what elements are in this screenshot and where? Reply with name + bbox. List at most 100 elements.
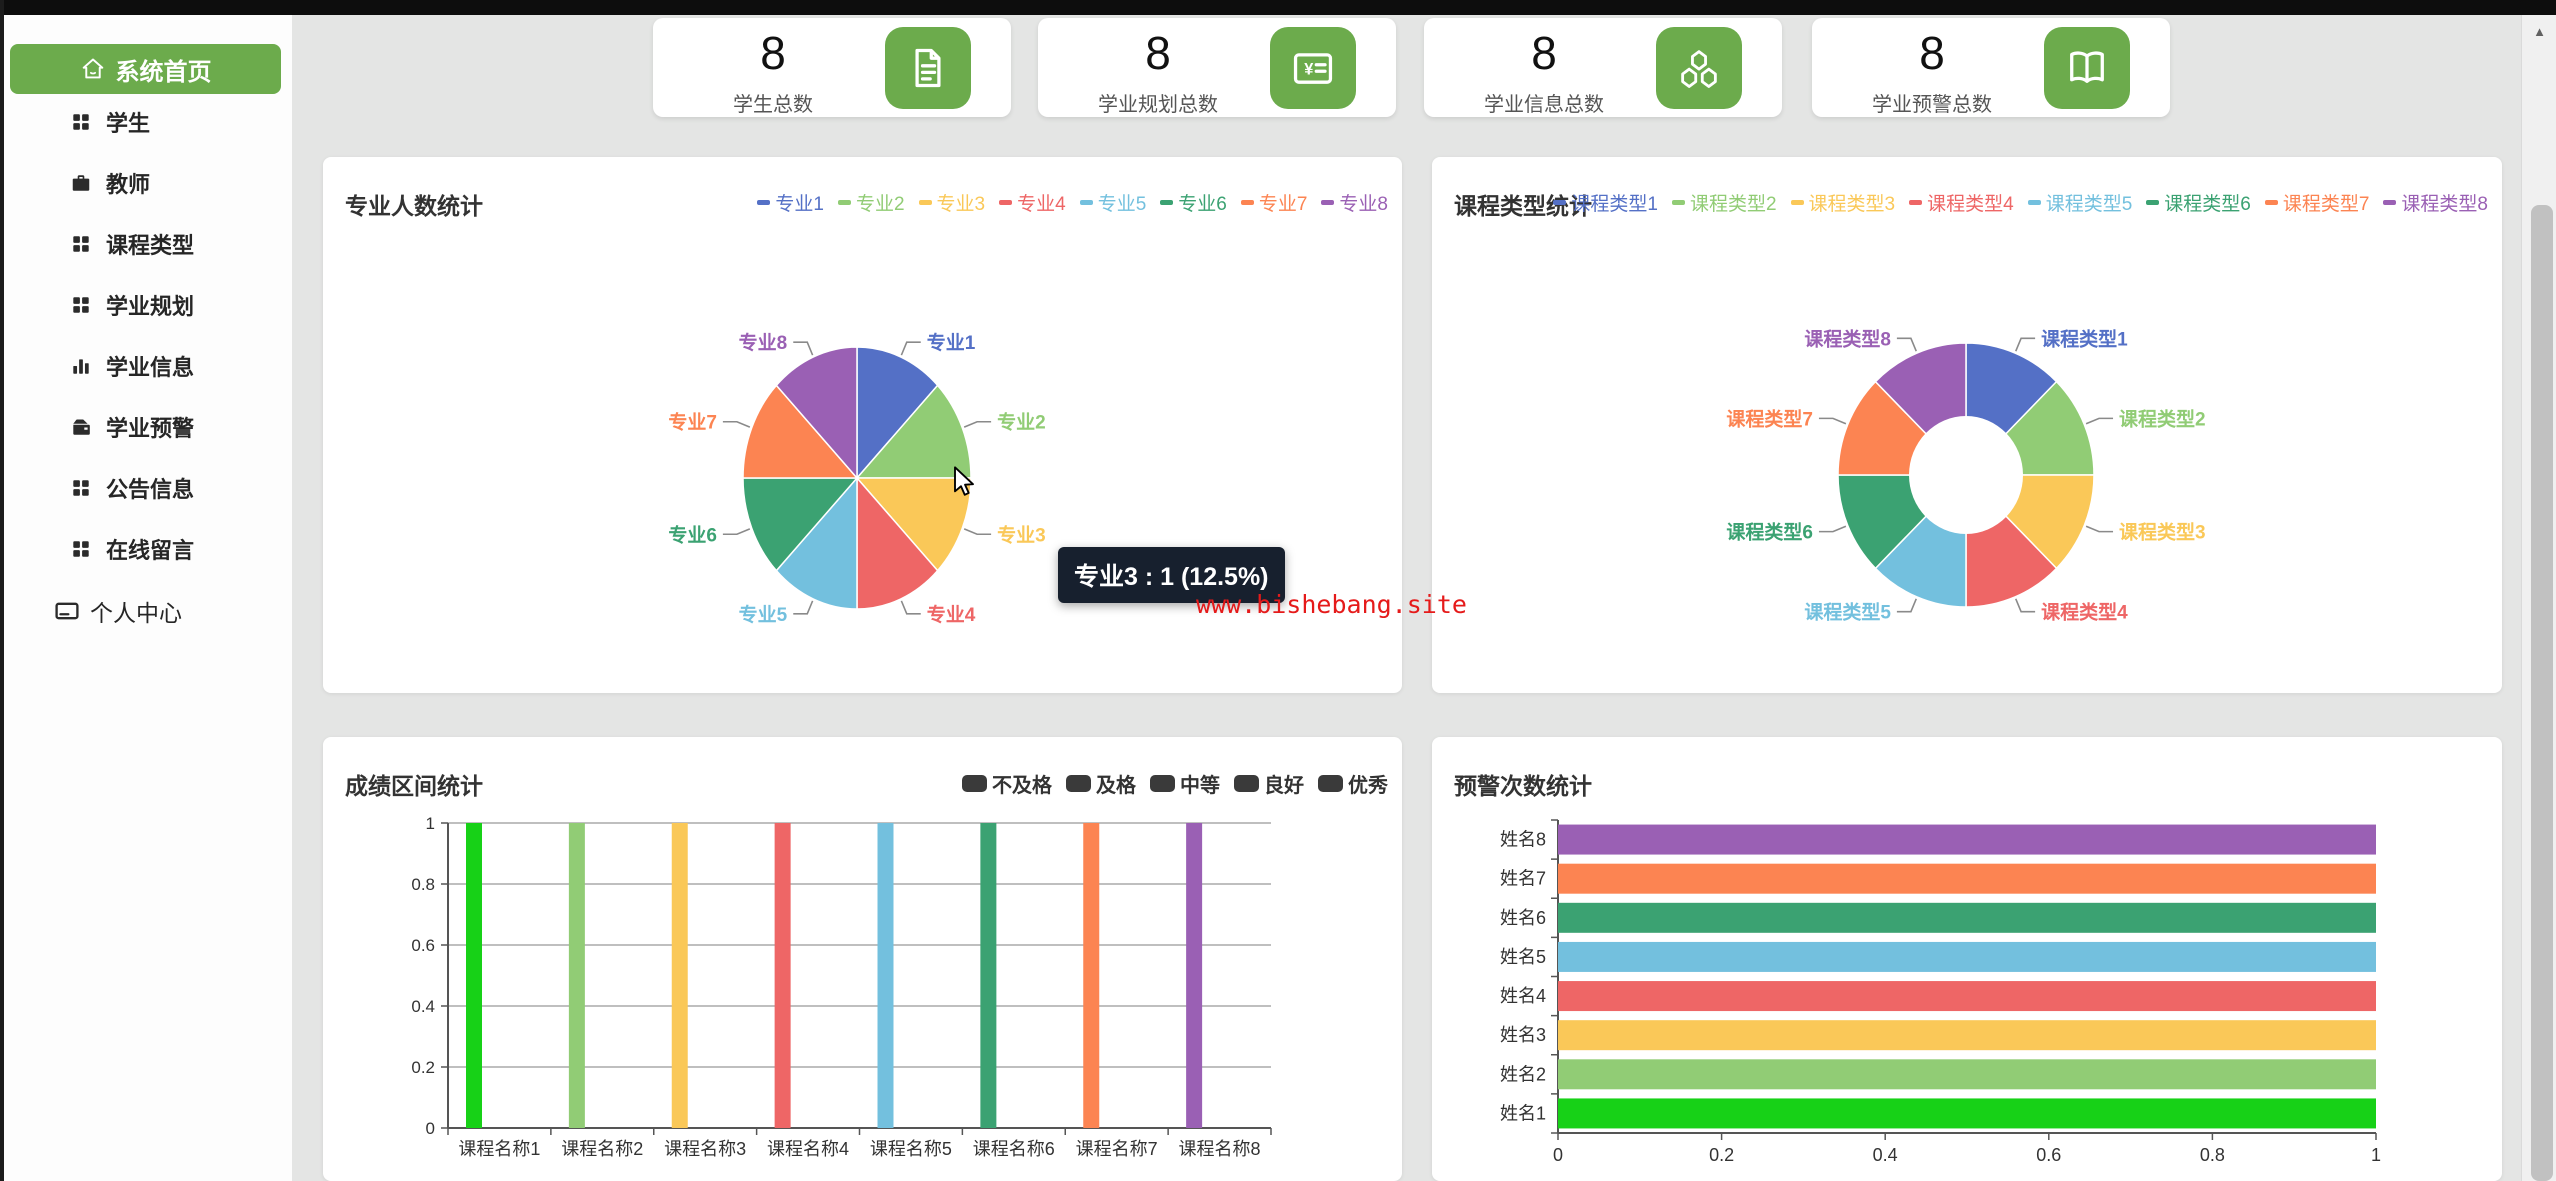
x-tick-label: 1 — [2371, 1145, 2381, 1165]
pie-label: 专业5 — [739, 603, 788, 626]
pie-label: 专业1 — [927, 331, 976, 354]
open-book-icon — [2044, 27, 2130, 109]
y-category-label: 姓名5 — [1500, 947, 1546, 967]
sidebar-item-7[interactable]: 公告信息 — [0, 468, 292, 508]
bar-课程名称3[interactable] — [672, 823, 688, 1128]
scrollbar-thumb[interactable] — [2531, 205, 2553, 1181]
pie-label: 课程类型1 — [2041, 327, 2128, 350]
pie-label: 专业8 — [739, 331, 788, 354]
card-warning-bars: 预警次数统计 00.20.40.60.81姓名1姓名2姓名3姓名4姓名5姓名6姓… — [1432, 737, 2502, 1181]
sidebar-item-label: 学业预警 — [106, 411, 194, 443]
x-tick-label: 0.6 — [2036, 1145, 2061, 1165]
bar-课程名称1[interactable] — [466, 823, 482, 1128]
x-tick-label: 0 — [1553, 1145, 1563, 1165]
document-icon — [885, 27, 971, 109]
y-category-label: 姓名3 — [1500, 1025, 1546, 1045]
label-connector — [793, 342, 812, 355]
y-category-label: 姓名8 — [1500, 830, 1546, 850]
watermark-text: www.bishebang.site — [1196, 590, 1467, 619]
label-connector — [901, 342, 920, 355]
x-tick-label: 0.2 — [1709, 1145, 1734, 1165]
bar-课程名称8[interactable] — [1186, 823, 1202, 1128]
donut-hole — [1909, 416, 2023, 534]
x-category-label: 课程名称4 — [767, 1139, 849, 1159]
y-tick-label: 0.8 — [411, 875, 435, 894]
label-connector — [2086, 526, 2113, 531]
label-connector — [2086, 418, 2113, 423]
x-category-label: 课程名称6 — [973, 1139, 1055, 1159]
sidebar-item-6[interactable]: 学业预警 — [0, 407, 292, 447]
y-category-label: 姓名7 — [1500, 869, 1546, 889]
bar-课程名称2[interactable] — [569, 823, 585, 1128]
bar-姓名3[interactable] — [1558, 1020, 2376, 1050]
bar-课程名称7[interactable] — [1083, 823, 1099, 1128]
yen-card-icon: ¥ — [1270, 27, 1356, 109]
y-category-label: 姓名4 — [1500, 986, 1546, 1006]
x-category-label: 课程名称3 — [664, 1139, 746, 1159]
bar-姓名1[interactable] — [1558, 1098, 2376, 1128]
sidebar-item-1[interactable]: 学生 — [0, 102, 292, 142]
x-category-label: 课程名称8 — [1179, 1139, 1261, 1159]
grid-icon — [70, 111, 92, 133]
pie-label: 课程类型6 — [1726, 521, 1813, 544]
pie-label: 课程类型4 — [2041, 601, 2128, 624]
sidebar-item-2[interactable]: 教师 — [0, 163, 292, 203]
label-connector — [723, 422, 750, 427]
bar-chart-icon — [70, 355, 92, 377]
id-card-icon — [54, 600, 80, 622]
label-connector — [964, 529, 991, 534]
grid-icon — [70, 538, 92, 560]
briefcase-icon — [70, 172, 92, 194]
y-tick-label: 1 — [426, 814, 435, 833]
x-category-label: 课程名称7 — [1076, 1139, 1158, 1159]
bar-姓名7[interactable] — [1558, 864, 2376, 894]
scrollbar: ▲ — [2521, 15, 2556, 1181]
pie-label: 专业6 — [668, 523, 717, 546]
svg-text:¥: ¥ — [1304, 61, 1314, 79]
sidebar-item-3[interactable]: 课程类型 — [0, 224, 292, 264]
grid-icon — [70, 477, 92, 499]
sidebar-active-label: 系统首页 — [116, 52, 212, 87]
bar-姓名2[interactable] — [1558, 1059, 2376, 1089]
bar-课程名称4[interactable] — [775, 823, 791, 1128]
sidebar-item-label: 公告信息 — [106, 472, 194, 504]
pie-label: 课程类型7 — [1726, 407, 1813, 430]
x-tick-label: 0.8 — [2200, 1145, 2225, 1165]
sidebar-item-8[interactable]: 在线留言 — [0, 529, 292, 569]
pie-label: 专业3 — [997, 523, 1046, 546]
stat-value: 8 — [1068, 26, 1248, 80]
stat-label: 学业预警总数 — [1822, 88, 2042, 117]
sidebar-item-label: 教师 — [106, 167, 150, 199]
stat-card-2: 8学业规划总数¥ — [1038, 18, 1396, 117]
x-tick-label: 0.4 — [1873, 1145, 1898, 1165]
mouse-cursor — [952, 466, 978, 503]
dashboard-page: 系统首页 学生教师课程类型学业规划学业信息学业预警公告信息在线留言 个人中心 8… — [0, 0, 2556, 1181]
sidebar: 系统首页 学生教师课程类型学业规划学业信息学业预警公告信息在线留言 个人中心 — [0, 15, 292, 1181]
stat-card-1: 8学生总数 — [653, 18, 1011, 117]
card-score-bars: 成绩区间统计 不及格及格中等良好优秀 00.20.40.60.81课程名称1课程… — [323, 737, 1402, 1181]
x-category-label: 课程名称5 — [870, 1139, 952, 1159]
bar-姓名5[interactable] — [1558, 942, 2376, 972]
sidebar-item-4[interactable]: 学业规划 — [0, 285, 292, 325]
sidebar-item-label: 课程类型 — [106, 228, 194, 260]
bar-课程名称6[interactable] — [980, 823, 996, 1128]
course-donut-chart: 课程类型1课程类型2课程类型3课程类型4课程类型5课程类型6课程类型7课程类型8 — [1432, 157, 2502, 693]
sidebar-item-home[interactable]: 系统首页 — [10, 44, 281, 94]
sidebar-item-label: 个人中心 — [90, 594, 182, 628]
stat-label: 学生总数 — [663, 88, 883, 117]
sidebar-item-profile[interactable]: 个人中心 — [0, 591, 292, 631]
bar-姓名8[interactable] — [1558, 825, 2376, 855]
bar-姓名4[interactable] — [1558, 981, 2376, 1011]
window-left-edge — [0, 0, 4, 1181]
sidebar-item-5[interactable]: 学业信息 — [0, 346, 292, 386]
sidebar-item-label: 学业规划 — [106, 289, 194, 321]
bar-课程名称5[interactable] — [878, 823, 894, 1128]
x-category-label: 课程名称1 — [458, 1139, 540, 1159]
y-tick-label: 0.6 — [411, 936, 435, 955]
bar-姓名6[interactable] — [1558, 903, 2376, 933]
label-connector — [1897, 338, 1916, 351]
label-connector — [2016, 599, 2035, 612]
pie-label: 课程类型3 — [2119, 521, 2206, 544]
scrollbar-up-arrow[interactable]: ▲ — [2522, 17, 2556, 45]
pie-label: 专业7 — [668, 411, 717, 434]
